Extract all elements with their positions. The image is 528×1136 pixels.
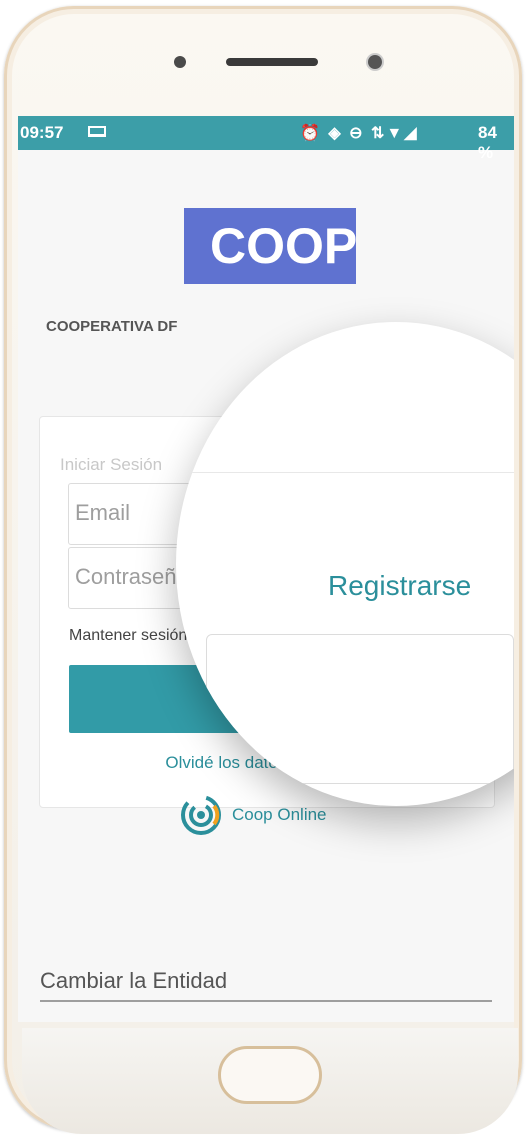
status-time: 09:57	[20, 123, 64, 142]
status-icons: ⏰ ◈ ⊖ ⇅▼◢	[300, 125, 419, 142]
zoom-lens: Registrarse	[176, 322, 514, 806]
sensor-icon	[174, 56, 186, 68]
home-button[interactable]	[218, 1046, 322, 1104]
zoomed-input-field[interactable]	[206, 634, 514, 784]
laptop-icon	[88, 126, 106, 137]
cooperative-name: COOPERATIVA DF	[46, 318, 178, 335]
register-link[interactable]: Registrarse	[328, 570, 471, 602]
change-entity-link[interactable]: Cambiar la Entidad	[40, 968, 492, 1002]
coop-logo: COOP	[184, 208, 357, 284]
front-camera-icon	[368, 55, 382, 69]
lens-divider	[176, 472, 514, 473]
battery-level: 84 %	[478, 123, 497, 162]
app-screen: 09:57 ⏰ ◈ ⊖ ⇅▼◢ 84 % COOP COOPERATIVA DF…	[18, 116, 514, 1022]
coop-online-icon	[181, 795, 221, 835]
coop-online-brand: Coop Online	[180, 794, 327, 836]
earpiece-speaker	[226, 58, 318, 66]
login-title: Iniciar Sesión	[60, 455, 163, 474]
coop-online-label: Coop Online	[232, 805, 327, 824]
status-bar: 09:57 ⏰ ◈ ⊖ ⇅▼◢ 84 %	[18, 116, 514, 162]
